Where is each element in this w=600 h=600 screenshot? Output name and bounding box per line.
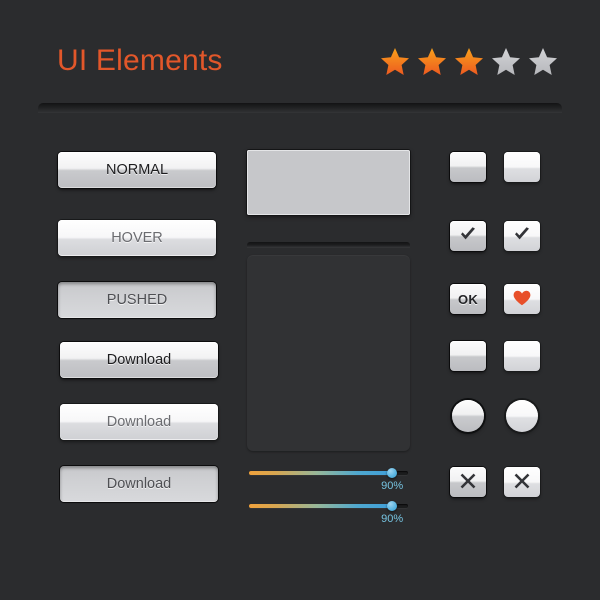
hover-button[interactable]: HOVER — [58, 220, 216, 256]
download-button-pushed[interactable]: Download — [60, 466, 218, 502]
ok-button-label: OK — [457, 291, 479, 307]
normal-button-label: NORMAL — [105, 162, 169, 178]
close-icon — [514, 473, 530, 492]
round-button-normal[interactable] — [452, 400, 484, 432]
ok-button[interactable]: OK — [450, 284, 486, 314]
star-icon-4[interactable] — [491, 47, 521, 81]
slider-2-fill — [249, 504, 393, 508]
star-icon-1[interactable] — [380, 47, 410, 81]
heart-icon — [513, 290, 531, 309]
download-button-normal-label: Download — [106, 352, 172, 368]
slider-2[interactable]: 90% — [249, 501, 408, 525]
download-button-hover[interactable]: Download — [60, 404, 218, 440]
heart-button[interactable] — [504, 284, 540, 314]
close-icon — [460, 473, 476, 492]
slider-1-fill — [249, 471, 393, 475]
normal-button[interactable]: NORMAL — [58, 152, 216, 188]
empty-square-button-normal[interactable] — [450, 152, 486, 182]
empty-square-button-hover[interactable] — [504, 152, 540, 182]
star-icon-3[interactable] — [454, 47, 484, 81]
pushed-button-label: PUSHED — [106, 292, 168, 308]
star-rating[interactable] — [380, 47, 558, 81]
checkbox-button-hover[interactable] — [504, 221, 540, 251]
star-icon-5[interactable] — [528, 47, 558, 81]
hover-button-label: HOVER — [111, 230, 163, 246]
slider-2-value: 90% — [381, 513, 404, 525]
empty-square-button-hover-2[interactable] — [504, 341, 540, 371]
download-button-normal[interactable]: Download — [60, 342, 218, 378]
slider-1-handle[interactable] — [387, 468, 398, 478]
header-divider — [38, 103, 562, 112]
close-button-normal[interactable] — [450, 467, 486, 497]
page-title: UI Elements — [57, 44, 223, 77]
light-panel — [247, 150, 410, 215]
empty-square-button-normal-2[interactable] — [450, 341, 486, 371]
close-button-hover[interactable] — [504, 467, 540, 497]
checkbox-button-normal[interactable] — [450, 221, 486, 251]
panel-divider — [247, 242, 410, 247]
slider-1-value: 90% — [381, 480, 404, 492]
round-button-hover[interactable] — [506, 400, 538, 432]
slider-1[interactable]: 90% — [249, 468, 408, 492]
dark-panel — [247, 255, 410, 451]
download-button-pushed-label: Download — [106, 476, 172, 492]
check-icon — [459, 226, 477, 246]
header: UI Elements — [0, 0, 600, 118]
star-icon-2[interactable] — [417, 47, 447, 81]
check-icon — [513, 226, 531, 246]
download-button-hover-label: Download — [106, 414, 172, 430]
slider-2-handle[interactable] — [387, 501, 398, 511]
pushed-button[interactable]: PUSHED — [58, 282, 216, 318]
